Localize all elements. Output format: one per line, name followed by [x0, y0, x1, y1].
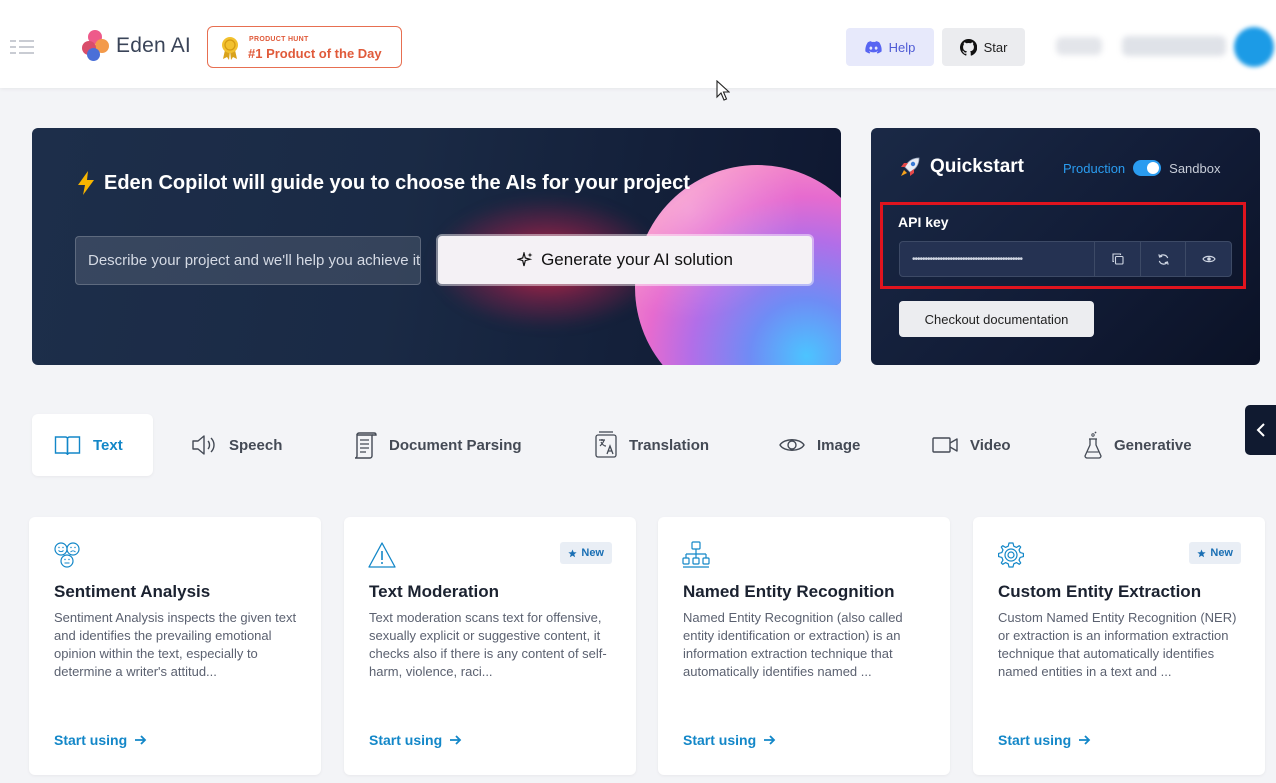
env-production-label[interactable]: Production [1063, 161, 1125, 176]
tab-text[interactable]: Text [32, 414, 153, 476]
card-text-moderation[interactable]: New Text Moderation Text moderation scan… [344, 517, 636, 775]
discord-icon [864, 40, 882, 54]
eden-ai-logo[interactable]: Eden AI [82, 30, 191, 62]
top-header: Eden AI PRODUCT HUNT #1 Product of the D… [0, 0, 1276, 88]
star-label: Star [983, 39, 1008, 55]
card-description: Text moderation scans text for offensive… [369, 610, 607, 679]
tab-generative[interactable]: Generative [1084, 414, 1192, 476]
new-badge: New [1189, 542, 1241, 564]
star-icon [1197, 548, 1207, 557]
card-title: Named Entity Recognition [683, 582, 895, 601]
flask-icon [1084, 431, 1102, 459]
github-star-button[interactable]: Star [942, 28, 1025, 66]
start-using-link[interactable]: Start using [683, 732, 776, 748]
arrow-right-icon [1079, 735, 1091, 745]
card-title: Text Moderation [369, 582, 500, 601]
arrow-right-icon [764, 735, 776, 745]
github-icon [959, 38, 977, 56]
environment-toggle[interactable] [1133, 160, 1162, 176]
start-using-link[interactable]: Start using [54, 732, 147, 748]
eye-icon [779, 439, 805, 451]
hierarchy-icon [682, 541, 710, 568]
api-key-label: API key [898, 214, 949, 230]
logo-text: Eden AI [116, 34, 191, 57]
book-icon [54, 436, 81, 455]
tab-translation[interactable]: Translation [595, 414, 709, 476]
medal-icon [222, 37, 238, 60]
regenerate-api-key-button[interactable] [1139, 242, 1186, 276]
card-title: Sentiment Analysis [54, 582, 211, 601]
env-sandbox-label[interactable]: Sandbox [1169, 161, 1220, 176]
user-name-blurred[interactable] [1122, 36, 1226, 56]
avatar[interactable] [1234, 27, 1274, 67]
arrow-right-icon [135, 735, 147, 745]
warning-icon [368, 542, 396, 568]
api-key-field: ••••••••••••••••••••••••••••••••••••••••… [899, 241, 1232, 277]
card-sentiment-analysis[interactable]: Sentiment Analysis Sentiment Analysis in… [29, 517, 321, 775]
copilot-banner: Eden Copilot will guide you to choose th… [32, 128, 841, 365]
collapse-panel-button[interactable] [1245, 405, 1276, 455]
chevron-left-icon [1256, 423, 1265, 437]
tab-video[interactable]: Video [932, 414, 1011, 476]
gear-icon [998, 542, 1024, 568]
copy-icon [1111, 253, 1124, 265]
mouse-cursor-icon [716, 80, 730, 101]
copilot-title: Eden Copilot will guide you to choose th… [76, 171, 690, 195]
video-camera-icon [932, 437, 958, 453]
credits-indicator-blurred[interactable] [1056, 37, 1102, 55]
eye-icon [1202, 255, 1216, 263]
product-of-day-text: #1 Product of the Day [248, 46, 382, 61]
speaker-icon [192, 435, 215, 455]
help-button[interactable]: Help [846, 28, 934, 66]
start-using-link[interactable]: Start using [369, 732, 462, 748]
new-badge: New [560, 542, 612, 564]
card-description: Custom Named Entity Recognition (NER) or… [998, 610, 1237, 679]
quickstart-panel: Quickstart Production Sandbox API key ••… [871, 128, 1260, 365]
rocket-icon [901, 157, 920, 176]
card-custom-entity-extraction[interactable]: New Custom Entity Extraction Custom Name… [973, 517, 1265, 775]
document-icon [354, 431, 377, 459]
lightning-icon [78, 171, 94, 195]
card-description: Sentiment Analysis inspects the given te… [54, 610, 297, 679]
product-hunt-label: PRODUCT HUNT [249, 36, 309, 43]
star-icon [568, 548, 578, 557]
tab-image[interactable]: Image [779, 414, 860, 476]
refresh-icon [1157, 253, 1169, 265]
api-key-value[interactable]: ••••••••••••••••••••••••••••••••••••••••… [900, 242, 1094, 276]
show-api-key-button[interactable] [1185, 242, 1231, 276]
tab-document-parsing[interactable]: Document Parsing [352, 414, 522, 476]
tab-speech[interactable]: Speech [191, 414, 282, 476]
card-named-entity-recognition[interactable]: Named Entity Recognition Named Entity Re… [658, 517, 950, 775]
start-using-link[interactable]: Start using [998, 732, 1091, 748]
card-title: Custom Entity Extraction [998, 582, 1202, 601]
quickstart-title: Quickstart [899, 156, 1024, 178]
help-label: Help [888, 39, 916, 55]
faces-icon [54, 542, 80, 568]
sparkle-icon [517, 252, 533, 267]
translate-icon [595, 431, 617, 458]
checkout-documentation-button[interactable]: Checkout documentation [899, 301, 1094, 337]
project-description-input[interactable]: Describe your project and we'll help you… [75, 236, 421, 285]
product-hunt-badge[interactable]: PRODUCT HUNT #1 Product of the Day [207, 26, 402, 68]
environment-switch: Production Sandbox [1063, 160, 1220, 176]
card-description: Named Entity Recognition (also called en… [683, 610, 903, 679]
menu-toggle-icon[interactable] [10, 40, 34, 54]
copy-api-key-button[interactable] [1094, 242, 1140, 276]
eden-logo-icon [82, 30, 110, 62]
generate-ai-solution-button[interactable]: Generate your AI solution [438, 236, 812, 284]
arrow-right-icon [450, 735, 462, 745]
